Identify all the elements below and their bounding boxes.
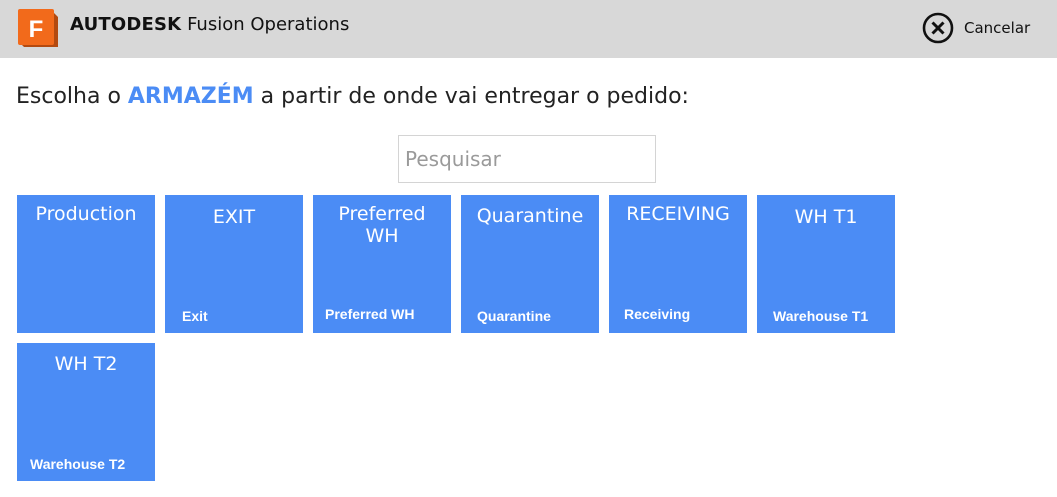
app-header: F AUTODESK Fusion Operations Cancelar <box>0 0 1057 58</box>
cancel-button[interactable]: Cancelar <box>922 12 1030 44</box>
cancel-label: Cancelar <box>964 19 1031 37</box>
brand-name: AUTODESK <box>70 14 182 35</box>
fusion-logo-icon: F <box>18 9 58 47</box>
warehouse-tile-production[interactable]: Production <box>17 195 155 333</box>
warehouse-tile-wh-t2[interactable]: WH T2 Warehouse T2 <box>17 343 155 481</box>
warehouse-name: EXIT <box>212 206 256 228</box>
search-input[interactable] <box>398 135 656 183</box>
prompt-after: a partir de onde vai entregar o pedido: <box>253 84 689 109</box>
warehouse-description: Receiving <box>624 306 691 322</box>
warehouse-name: WH T2 <box>54 353 118 375</box>
warehouse-tile-preferred-wh[interactable]: Preferred WH Preferred WH <box>313 195 451 333</box>
close-circle-icon <box>922 12 954 44</box>
warehouse-name: Quarantine <box>476 205 584 227</box>
warehouse-name: Production <box>35 203 137 225</box>
prompt-highlight: ARMAZÉM <box>127 84 254 109</box>
warehouse-tile-exit[interactable]: EXIT Exit <box>165 195 303 333</box>
page-title: Escolha o ARMAZÉM a partir de onde vai e… <box>16 82 689 112</box>
warehouse-description: Warehouse T1 <box>773 308 869 324</box>
warehouse-name: Preferred WH <box>338 203 426 247</box>
warehouse-tile-quarantine[interactable]: Quarantine Quarantine <box>461 195 599 333</box>
prompt-before: Escolha o <box>16 84 128 109</box>
warehouse-name: WH T1 <box>794 206 858 228</box>
product-name: Fusion Operations <box>187 14 350 35</box>
warehouse-tile-receiving[interactable]: RECEIVING Receiving <box>609 195 747 333</box>
warehouse-tile-wh-t1[interactable]: WH T1 Warehouse T1 <box>757 195 895 333</box>
warehouse-description: Exit <box>182 308 208 324</box>
warehouse-description: Preferred WH <box>325 306 415 322</box>
warehouse-description: Quarantine <box>477 308 551 324</box>
warehouse-name: RECEIVING <box>626 203 730 225</box>
product-title: AUTODESK Fusion Operations <box>70 13 349 37</box>
logo-letter: F <box>29 16 44 43</box>
warehouse-description: Warehouse T2 <box>30 456 126 472</box>
